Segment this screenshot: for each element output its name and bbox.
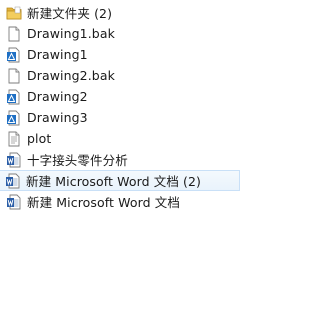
file-row-word[interactable]: 十字接头零件分析 <box>0 149 240 170</box>
document-icon <box>6 26 22 42</box>
file-list: 新建文件夹 (2) Drawing1.bak Drawing1 Drawing2… <box>0 2 240 212</box>
file-name: Drawing3 <box>27 110 88 125</box>
file-name: 新建 Microsoft Word 文档 (2) <box>26 174 202 189</box>
file-name: Drawing1.bak <box>27 26 115 41</box>
word-document-icon <box>6 194 22 210</box>
file-row-bak[interactable]: Drawing1.bak <box>0 23 240 44</box>
file-name: 新建 Microsoft Word 文档 <box>27 195 180 210</box>
file-name: Drawing2.bak <box>27 68 115 83</box>
dwg-icon <box>6 110 22 126</box>
file-row-text[interactable]: plot <box>0 128 240 149</box>
file-row-bak[interactable]: Drawing2.bak <box>0 65 240 86</box>
word-document-icon <box>5 173 21 189</box>
file-name: 十字接头零件分析 <box>27 153 128 168</box>
file-row-dwg[interactable]: Drawing2 <box>0 86 240 107</box>
file-row-dwg[interactable]: Drawing3 <box>0 107 240 128</box>
text-document-icon <box>6 131 22 147</box>
folder-icon <box>6 5 22 21</box>
file-name: Drawing2 <box>27 89 88 104</box>
dwg-icon <box>6 47 22 63</box>
file-row-word-hovered[interactable]: 新建 Microsoft Word 文档 (2) <box>0 170 240 191</box>
file-name: 新建文件夹 (2) <box>27 6 113 21</box>
dwg-icon <box>6 89 22 105</box>
file-name: plot <box>27 131 52 146</box>
file-row-word[interactable]: 新建 Microsoft Word 文档 <box>0 191 240 212</box>
file-row-folder[interactable]: 新建文件夹 (2) <box>0 2 240 23</box>
file-row-dwg[interactable]: Drawing1 <box>0 44 240 65</box>
word-document-icon <box>6 152 22 168</box>
file-name: Drawing1 <box>27 47 88 62</box>
document-icon <box>6 68 22 84</box>
